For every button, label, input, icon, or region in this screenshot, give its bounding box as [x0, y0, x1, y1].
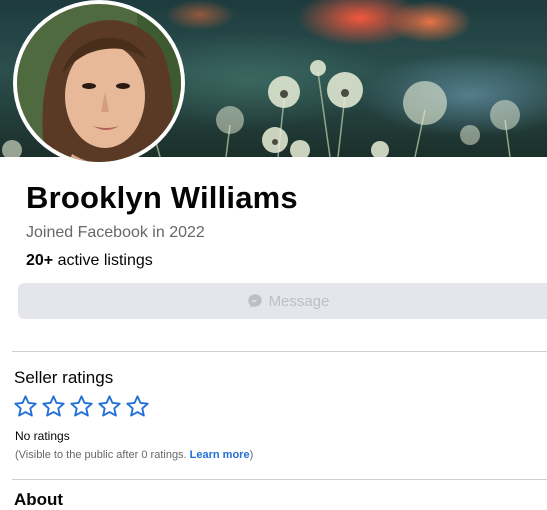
avatar-portrait — [17, 4, 181, 162]
divider — [12, 479, 547, 480]
about-title: About — [14, 490, 64, 509]
joined-date: Joined Facebook in 2022 — [26, 224, 205, 241]
learn-more-link[interactable]: Learn more — [190, 449, 250, 461]
ratings-status: No ratings — [15, 429, 70, 443]
ratings-visibility-note: (Visible to the public after 0 ratings. … — [15, 449, 253, 461]
profile-name: Brooklyn Williams — [26, 180, 298, 215]
note-suffix: ) — [249, 449, 254, 461]
star-icon — [98, 395, 121, 417]
listings-count: 20+ — [26, 252, 54, 269]
star-icon — [126, 395, 149, 417]
profile-avatar[interactable] — [13, 0, 185, 166]
star-icon — [42, 395, 65, 417]
seller-ratings-title: Seller ratings — [14, 368, 114, 387]
rating-stars — [13, 394, 150, 419]
messenger-icon — [247, 294, 262, 308]
star-icon — [70, 395, 93, 417]
message-button[interactable]: Message — [18, 283, 547, 319]
divider — [12, 351, 547, 352]
listings-label: active listings — [53, 252, 153, 269]
message-label: Message — [268, 292, 330, 310]
note-prefix: (Visible to the public after 0 ratings. — [15, 449, 190, 461]
star-icon — [14, 395, 37, 417]
active-listings[interactable]: 20+ active listings — [26, 252, 153, 270]
